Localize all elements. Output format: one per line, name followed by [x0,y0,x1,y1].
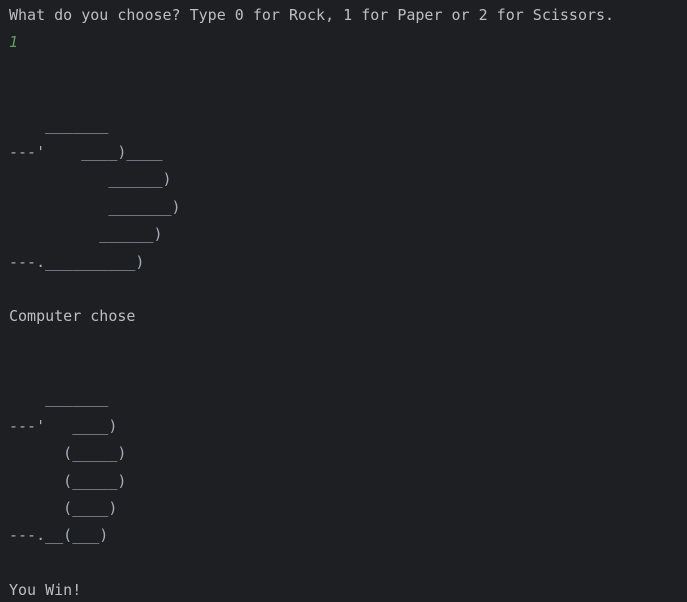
console-line-rock-art-4: (_____) [9,471,127,490]
console-line-rock-art-3: (_____) [9,444,127,463]
console-line-paper-art-3: ______) [9,170,172,189]
console-line-blank-4 [0,331,687,358]
console-line-rock-art-1: _______ [9,389,109,408]
console-line-paper-art-2: ---' ____)____ [9,142,163,161]
console-line-paper-art-6: ---.__________) [9,252,145,271]
console-line-computer-chose: Computer chose [9,307,136,326]
console-line-paper-art-4: _______) [9,197,181,216]
console-line-blank-5 [0,358,687,385]
console-line-user-input: 1 [9,33,19,52]
console-output-panel[interactable]: What do you choose? Type 0 for Rock, 1 f… [0,0,687,602]
console-line-rock-art-2: ---' ____) [9,416,118,435]
console-line-blank-1 [0,57,687,84]
console-line-outcome: You Win! [9,581,82,600]
console-line-blank-3 [0,276,687,303]
console-line-prompt: What do you choose? Type 0 for Rock, 1 f… [9,6,615,24]
console-line-rock-art-5: (____) [9,499,118,518]
console-line-blank-2 [0,84,687,111]
console-line-blank-6 [0,550,687,577]
console-line-rock-art-6: ---.__(___) [9,526,109,545]
console-line-paper-art-1: _______ [9,115,109,134]
console-line-paper-art-5: ______) [9,225,163,244]
